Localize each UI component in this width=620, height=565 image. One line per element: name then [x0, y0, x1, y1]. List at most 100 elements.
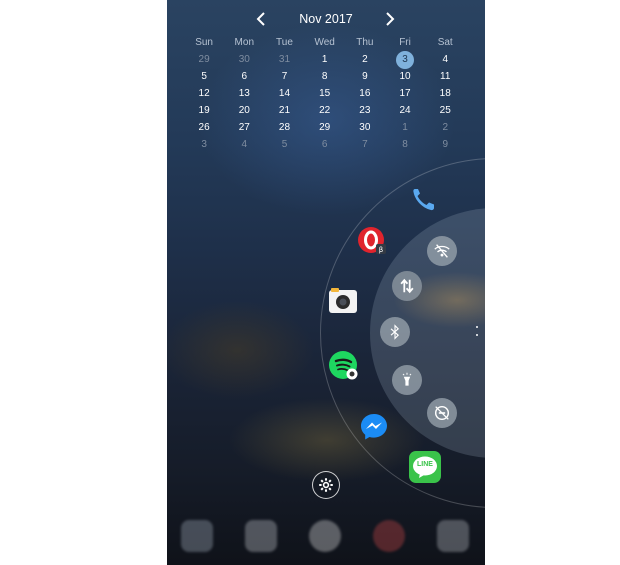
- calendar-day[interactable]: 14: [264, 85, 304, 102]
- mobile-data-toggle[interactable]: [392, 271, 422, 301]
- line-app[interactable]: LINE: [409, 451, 441, 483]
- calendar-day[interactable]: 10: [385, 68, 425, 85]
- calendar-day-number: 13: [238, 88, 250, 99]
- data-transfer-icon: [400, 278, 414, 294]
- chevron-left-icon: [256, 12, 265, 26]
- calendar-day[interactable]: 29: [184, 51, 224, 68]
- spotify-app[interactable]: [329, 351, 359, 381]
- calendar-day[interactable]: 2: [425, 119, 465, 136]
- dock-camera-icon: [437, 520, 469, 552]
- calendar-day[interactable]: 30: [224, 51, 264, 68]
- opera-beta-app[interactable]: β: [357, 226, 387, 256]
- calendar-week-row: 3 4 5 6 7 8 9: [184, 136, 482, 153]
- phone-app[interactable]: [409, 184, 439, 214]
- calendar-header: Nov 2017: [167, 8, 485, 30]
- calendar-day-number: 1: [402, 122, 408, 133]
- next-month-button[interactable]: [379, 8, 401, 30]
- calendar-day-number: 4: [241, 139, 248, 150]
- calendar-day[interactable]: 6: [224, 68, 264, 85]
- weekday-label: Wed: [314, 37, 335, 48]
- calendar-day[interactable]: 1: [305, 51, 345, 68]
- previous-month-button[interactable]: [250, 8, 272, 30]
- calendar-day[interactable]: 17: [385, 85, 425, 102]
- calendar-day[interactable]: 3: [184, 136, 224, 153]
- calendar-day-number: 6: [241, 71, 248, 82]
- calendar-day[interactable]: 29: [305, 119, 345, 136]
- calendar-day-number: 8: [402, 139, 408, 150]
- calendar-day[interactable]: 1: [385, 119, 425, 136]
- calendar-day[interactable]: 15: [305, 85, 345, 102]
- camera-app[interactable]: [327, 286, 359, 316]
- calendar-day[interactable]: 11: [425, 68, 465, 85]
- calendar-day-number: 3: [396, 51, 415, 69]
- calendar-day[interactable]: 7: [345, 136, 385, 153]
- calendar-day[interactable]: 9: [345, 68, 385, 85]
- calendar-day[interactable]: 24: [385, 102, 425, 119]
- calendar-day-number: 31: [278, 54, 291, 65]
- camera-icon: [329, 288, 357, 313]
- calendar-day[interactable]: 20: [224, 102, 264, 119]
- calendar-day[interactable]: 31: [264, 51, 304, 68]
- weekday-label: Tue: [276, 37, 293, 48]
- calendar-day[interactable]: 4: [425, 51, 465, 68]
- calendar-day[interactable]: 5: [184, 68, 224, 85]
- calendar-day-number: 15: [319, 88, 331, 99]
- calendar-day[interactable]: 5: [264, 136, 304, 153]
- calendar-day[interactable]: 13: [224, 85, 264, 102]
- calendar-day[interactable]: 8: [305, 68, 345, 85]
- calendar-day-number: 14: [278, 88, 291, 99]
- calendar-day[interactable]: 30: [345, 119, 385, 136]
- calendar-day[interactable]: 8: [385, 136, 425, 153]
- svg-text:β: β: [379, 246, 383, 254]
- do-not-disturb-icon: [434, 405, 450, 421]
- calendar-day-number: 20: [238, 105, 250, 116]
- messenger-app[interactable]: [359, 412, 389, 442]
- calendar-day[interactable]: 26: [184, 119, 224, 136]
- calendar-day[interactable]: 12: [184, 85, 224, 102]
- calendar-day[interactable]: 23: [345, 102, 385, 119]
- line-label: LINE: [417, 461, 433, 468]
- edge-panel-settings-button[interactable]: [312, 471, 340, 499]
- calendar-day[interactable]: 27: [224, 119, 264, 136]
- calendar-day[interactable]: 16: [345, 85, 385, 102]
- bluetooth-icon: [390, 324, 400, 340]
- calendar-day-number: 9: [362, 71, 368, 82]
- calendar-day-number: 1: [321, 54, 328, 65]
- messenger-icon: [361, 414, 387, 440]
- calendar-day-number: 17: [399, 88, 411, 99]
- calendar-day-number: 24: [399, 105, 411, 116]
- calendar-day-number: 9: [442, 139, 448, 150]
- dock-messages-icon: [245, 520, 277, 552]
- calendar-day[interactable]: 2: [345, 51, 385, 68]
- calendar-day-number: 10: [399, 71, 411, 82]
- flashlight-toggle[interactable]: [392, 365, 422, 395]
- calendar-day-number: 30: [238, 54, 250, 65]
- calendar-day[interactable]: 6: [305, 136, 345, 153]
- calendar-grid: Sun Mon Tue Wed Thu Fri Sat 29 30 31 1 2 3 4 5 6…: [184, 34, 482, 153]
- calendar-day[interactable]: 18: [425, 85, 465, 102]
- weekday-label: Sat: [437, 37, 453, 48]
- calendar-day-number: 5: [201, 71, 207, 82]
- calendar-day[interactable]: 19: [184, 102, 224, 119]
- calendar-day[interactable]: 9: [425, 136, 465, 153]
- calendar-day-number: 2: [362, 54, 368, 65]
- calendar-day-today[interactable]: 3: [385, 51, 425, 69]
- wifi-toggle[interactable]: [427, 236, 457, 266]
- gear-icon: [319, 478, 333, 492]
- calendar-day-number: 30: [359, 122, 371, 133]
- do-not-disturb-toggle[interactable]: [427, 398, 457, 428]
- calendar-day[interactable]: 21: [264, 102, 304, 119]
- weekday-header-row: Sun Mon Tue Wed Thu Fri Sat: [184, 34, 482, 51]
- calendar-week-row: 26 27 28 29 30 1 2: [184, 119, 482, 136]
- calendar-day[interactable]: 22: [305, 102, 345, 119]
- wifi-off-icon: [434, 244, 450, 258]
- calendar-day-number: 7: [281, 71, 288, 82]
- calendar-day-number: 8: [321, 71, 328, 82]
- calendar-day[interactable]: 4: [224, 136, 264, 153]
- bluetooth-toggle[interactable]: [380, 317, 410, 347]
- calendar-day[interactable]: 7: [264, 68, 304, 85]
- calendar-day-number: 4: [442, 54, 448, 65]
- calendar-day[interactable]: 25: [425, 102, 465, 119]
- phone-screen: Nov 2017 Sun Mon Tue Wed Thu Fri Sat 29 3…: [167, 0, 485, 565]
- calendar-day[interactable]: 28: [264, 119, 304, 136]
